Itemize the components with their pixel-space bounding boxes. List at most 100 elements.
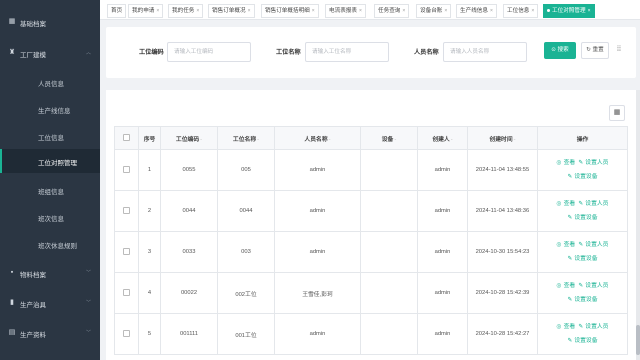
close-icon[interactable]: × bbox=[359, 8, 362, 14]
sidebar-item-basic-archive[interactable]: ▦ 基础档案 bbox=[0, 11, 100, 33]
tab-label: 工位信息 bbox=[507, 8, 530, 14]
set-device-link[interactable]: ✎ 设置设备 bbox=[567, 174, 597, 180]
sidebar-subitem-shift-break-rule[interactable]: 班次休息规则 bbox=[0, 232, 100, 256]
tab-sales-overview[interactable]: 销售订单概况 × bbox=[208, 4, 255, 18]
person-name-input[interactable] bbox=[443, 42, 527, 62]
sidebar-subitem-station-mapping[interactable]: 工位对照管理 bbox=[0, 149, 100, 173]
set-person-link[interactable]: ✎ 设置人员 bbox=[578, 160, 608, 166]
row-select-cell[interactable] bbox=[114, 231, 139, 273]
set-person-link[interactable]: ✎ 设置人员 bbox=[578, 201, 608, 207]
row-created-time: 2024-10-30 15:54:23 bbox=[467, 231, 538, 273]
close-icon[interactable]: × bbox=[531, 8, 534, 14]
sidebar-item-production-docs[interactable]: ▤ 生产资料 ﹀ bbox=[0, 322, 100, 344]
view-link[interactable]: ◎ 查看 bbox=[557, 160, 576, 166]
row-select-cell[interactable] bbox=[114, 190, 139, 232]
close-icon[interactable]: × bbox=[248, 8, 251, 14]
close-icon[interactable]: × bbox=[156, 8, 159, 14]
row-select-cell[interactable] bbox=[114, 272, 139, 314]
station-mapping-table: 序号 工位编码- 工位名称- 人员名称- 设备- 创建人- 创建时间- 操作 1… bbox=[114, 126, 628, 355]
set-device-link[interactable]: ✎ 设置设备 bbox=[567, 297, 597, 303]
tab-station-info[interactable]: 工位信息 × bbox=[503, 4, 539, 18]
row-operations: ◎ 查看 ✎ 设置人员 ✎ 设置设备 bbox=[537, 313, 628, 355]
close-icon[interactable]: × bbox=[444, 8, 447, 14]
tab-label: 我的任务 bbox=[172, 8, 195, 14]
row-person-name: admin bbox=[274, 149, 361, 191]
view-link[interactable]: ◎ 查看 bbox=[557, 324, 576, 330]
col-creator[interactable]: 创建人- bbox=[417, 126, 468, 150]
row-checkbox[interactable] bbox=[123, 288, 130, 296]
search-button[interactable]: ⊙ 搜索 bbox=[544, 42, 576, 59]
edit-icon: ✎ bbox=[567, 256, 573, 262]
tab-label: 生产线信息 bbox=[460, 8, 488, 14]
row-device bbox=[360, 149, 418, 191]
col-created-time[interactable]: 创建时间- bbox=[467, 126, 538, 150]
set-device-link[interactable]: ✎ 设置设备 bbox=[567, 338, 597, 344]
set-device-link[interactable]: ✎ 设置设备 bbox=[567, 215, 597, 221]
tab-my-requests[interactable]: 我的申请 × bbox=[128, 4, 164, 18]
tab-sales-detail[interactable]: 销售订单概括明细 × bbox=[261, 4, 319, 18]
close-icon[interactable]: × bbox=[588, 8, 591, 14]
box-icon: ▪ bbox=[10, 269, 14, 276]
set-person-link[interactable]: ✎ 设置人员 bbox=[578, 283, 608, 289]
tab-device-ledger[interactable]: 设备台账 × bbox=[416, 4, 452, 18]
set-person-link[interactable]: ✎ 设置人员 bbox=[578, 324, 608, 330]
scrollbar-thumb[interactable] bbox=[636, 325, 640, 355]
column-settings-icon[interactable]: ▦ bbox=[609, 105, 625, 121]
sidebar-subitem-team[interactable]: 班组信息 bbox=[0, 178, 100, 202]
row-index: 4 bbox=[138, 272, 161, 314]
sidebar-item-production-fixture[interactable]: ▮ 生产治具 ﹀ bbox=[0, 292, 100, 314]
row-checkbox[interactable] bbox=[123, 165, 130, 173]
row-checkbox[interactable] bbox=[123, 329, 130, 337]
sidebar-subitem-label: 工位对照管理 bbox=[38, 160, 77, 167]
close-icon[interactable]: × bbox=[402, 8, 405, 14]
col-person-name[interactable]: 人员名称- bbox=[274, 126, 361, 150]
view-link[interactable]: ◎ 查看 bbox=[557, 242, 576, 248]
select-all-cell[interactable] bbox=[114, 126, 139, 150]
row-device bbox=[360, 313, 418, 355]
row-select-cell[interactable] bbox=[114, 149, 139, 191]
row-checkbox[interactable] bbox=[123, 206, 130, 214]
scrollbar-track[interactable] bbox=[636, 90, 640, 360]
col-station-code[interactable]: 工位编码- bbox=[160, 126, 218, 150]
row-station-code: 0044 bbox=[160, 190, 218, 232]
col-station-name[interactable]: 工位名称- bbox=[217, 126, 275, 150]
tab-label: 设备台账 bbox=[420, 8, 443, 14]
close-icon[interactable]: × bbox=[196, 8, 199, 14]
tab-my-tasks[interactable]: 我的任务 × bbox=[168, 4, 204, 18]
select-all-checkbox[interactable] bbox=[123, 133, 130, 141]
sidebar-item-material-archive[interactable]: ▪ 物料档案 ﹀ bbox=[0, 262, 100, 284]
tab-station-mapping[interactable]: 工位对照管理 × bbox=[543, 4, 595, 18]
sidebar-item-label: 工厂建模 bbox=[20, 52, 46, 59]
edit-icon: ✎ bbox=[578, 160, 584, 166]
set-device-link[interactable]: ✎ 设置设备 bbox=[567, 256, 597, 262]
tab-task-query[interactable]: 任务查询 × bbox=[374, 4, 410, 18]
view-link[interactable]: ◎ 查看 bbox=[557, 201, 576, 207]
tab-production-line[interactable]: 生产线信息 × bbox=[456, 4, 497, 18]
close-icon[interactable]: × bbox=[312, 8, 315, 14]
sidebar-subitem-personnel[interactable]: 人员信息 bbox=[0, 70, 100, 94]
sidebar-subitem-station-info[interactable]: 工位信息 bbox=[0, 124, 100, 148]
row-checkbox[interactable] bbox=[123, 247, 130, 255]
view-link[interactable]: ◎ 查看 bbox=[557, 283, 576, 289]
table-row: 4 00022 002工位 王雪佳,彭珂 admin 2024-10-28 15:42:3… bbox=[114, 272, 628, 314]
eye-icon: ◎ bbox=[556, 242, 562, 248]
row-creator: admin bbox=[417, 231, 468, 273]
station-name-input[interactable] bbox=[305, 42, 389, 62]
toggle-search-icon[interactable]: ⁞⁞ bbox=[614, 44, 624, 56]
row-creator: admin bbox=[417, 272, 468, 314]
reset-button[interactable]: ↻ 重置 bbox=[581, 42, 609, 59]
close-icon[interactable]: × bbox=[490, 8, 493, 14]
sidebar: ▦ 基础档案 ♜ 工厂建模 ︿ 人员信息 生产线信息 工位信息 工位对照管理 班… bbox=[0, 0, 100, 360]
col-device[interactable]: 设备- bbox=[360, 126, 418, 150]
row-station-code: 001111 bbox=[160, 313, 218, 355]
tab-home[interactable]: 首页 bbox=[107, 4, 127, 18]
row-select-cell[interactable] bbox=[114, 313, 139, 355]
tab-current-report[interactable]: 电流表报表 × bbox=[325, 4, 366, 18]
set-person-link[interactable]: ✎ 设置人员 bbox=[578, 242, 608, 248]
sidebar-item-factory-modeling[interactable]: ♜ 工厂建模 ︿ bbox=[0, 42, 100, 64]
sidebar-subitem-shift[interactable]: 班次信息 bbox=[0, 205, 100, 229]
tab-label: 销售订单概况 bbox=[212, 8, 246, 14]
sidebar-subitem-production-line[interactable]: 生产线信息 bbox=[0, 97, 100, 121]
station-code-input[interactable] bbox=[167, 42, 251, 62]
eye-icon: ◎ bbox=[556, 283, 562, 289]
